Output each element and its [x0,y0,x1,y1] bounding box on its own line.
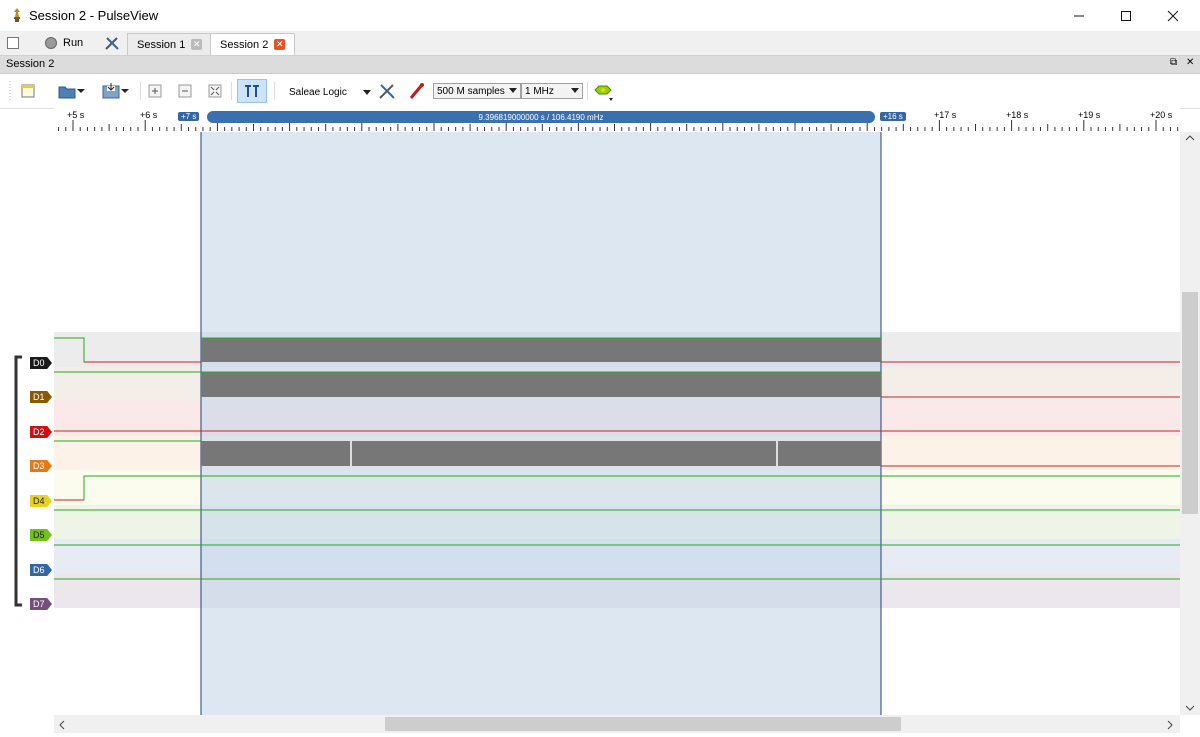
chevron-down-icon [121,89,129,93]
zoom-fit-icon [208,84,222,98]
horizontal-scrollbar[interactable] [54,715,1180,733]
run-label: Run [63,37,84,49]
d3-activity [201,441,881,466]
toolbar-separator [140,82,141,100]
window-title: Session 2 - PulseView [29,8,159,23]
new-session-button[interactable] [6,33,20,53]
cursor-1-marker[interactable]: +7 s [178,112,200,121]
cursor-span-readout: 9.396819000000 s / 106.4190 mHz [478,112,604,122]
toolbar-separator [274,82,275,100]
title-bar: Session 2 - PulseView [0,0,1200,31]
device-name: Saleae Logic [289,86,347,98]
horizontal-scroll-thumb[interactable] [385,717,901,731]
chevron-left-icon [59,720,65,730]
tools-icon [379,84,395,99]
tab-label: Session 1 [137,38,186,51]
ruler-label: +20 s [1150,110,1173,120]
zoom-in-icon [148,84,162,98]
device-selector[interactable]: Saleae Logic [284,84,374,100]
save-file-button[interactable] [96,79,136,103]
ruler-label: +6 s [140,110,158,120]
close-icon [1167,10,1179,21]
tab-label: Session 2 [220,38,269,51]
minimize-icon [1074,15,1084,16]
chevron-down-icon [509,88,517,93]
run-button[interactable]: Run [44,33,83,53]
chevron-up-icon [1185,135,1195,141]
zoom-out-button[interactable] [174,79,196,103]
ruler-label: +17 s [934,110,957,120]
trace-canvas [14,132,1180,715]
tools-icon [105,37,119,50]
pulseview-logo-icon [14,8,20,22]
chevron-right-icon [1167,720,1173,730]
vertical-scroll-thumb[interactable] [1182,292,1198,514]
show-cursors-button[interactable] [237,79,267,103]
main-toolbar: Saleae Logic 500 M samples 1 MHz [0,74,1200,109]
close-tab-icon[interactable]: ✕ [191,39,203,50]
session-dock-header: Session 2 ⧉ ✕ [0,56,1200,74]
add-decoder-button[interactable] [592,79,618,103]
device-tools-button[interactable] [104,33,120,53]
probe-icon [409,83,424,99]
toolbar-separator [587,82,588,100]
close-tab-icon[interactable]: ✕ [274,39,286,50]
trace-view[interactable]: D0 D1 D2 D3 D4 D5 D6 D7 [0,132,1180,715]
d0-activity [201,338,881,362]
chevron-down-icon [1185,705,1195,711]
maximize-button[interactable] [1103,0,1149,31]
ruler-label: +19 s [1078,110,1101,120]
session-title: Session 2 [6,58,55,70]
save-icon [102,83,120,99]
chevron-down-icon [363,90,371,95]
sample-count-select[interactable]: 500 M samples [433,83,521,99]
close-button[interactable] [1150,0,1196,31]
vertical-scrollbar[interactable] [1180,132,1200,715]
toolbar-separator [231,82,232,100]
zoom-fit-button[interactable] [204,79,226,103]
time-ruler[interactable]: +5 s +6 s +7 s 9.396819000000 s / 106.41… [54,108,1180,132]
chevron-down-icon [571,88,579,93]
cursors-icon [245,85,259,97]
ruler-label: +18 s [1006,110,1029,120]
cursor-span-bar[interactable]: 9.396819000000 s / 106.4190 mHz [207,111,875,123]
zoom-out-icon [178,84,192,98]
cursor-2-marker[interactable]: +16 s [880,112,906,121]
chevron-down-icon [77,89,85,93]
d1-activity [201,372,881,397]
cursor-selection-region [201,132,881,715]
new-view-icon [21,84,35,98]
maximize-icon [1121,10,1131,21]
new-document-icon [7,37,19,49]
sample-count-value: 500 M samples [437,85,505,97]
minimize-button[interactable] [1056,0,1102,31]
channel-group-bracket [14,355,22,607]
folder-open-icon [58,86,76,99]
close-dock-icon[interactable]: ✕ [1186,57,1194,68]
zoom-in-button[interactable] [144,79,166,103]
tab-session-1[interactable]: Session 1 ✕ [127,33,213,55]
open-file-button[interactable] [52,79,92,103]
device-config-button[interactable] [376,79,398,103]
session-tab-bar: Run Session 1 ✕ Session 2 ✕ [0,31,1200,56]
float-dock-icon[interactable]: ⧉ [1170,57,1177,68]
probe-config-button[interactable] [406,79,428,103]
toolbar-grip [8,79,12,103]
decoder-icon [594,85,613,101]
run-icon [45,37,57,49]
new-view-button[interactable] [16,79,40,103]
samplerate-value: 1 MHz [525,85,554,97]
ruler-label: +5 s [67,110,85,120]
tab-session-2[interactable]: Session 2 ✕ [210,33,296,55]
samplerate-select[interactable]: 1 MHz [521,83,583,99]
